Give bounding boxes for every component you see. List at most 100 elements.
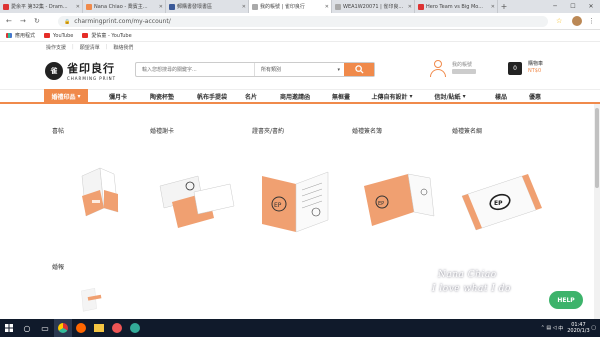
bookmark-apps[interactable]: 應用程式 (6, 32, 35, 39)
clock-date: 2020/1/3 (567, 328, 590, 334)
notification-icon[interactable]: ▢ (591, 325, 596, 331)
close-icon[interactable]: ✕ (491, 4, 495, 10)
tab-title: Nana Chiao - 喬賓主... (94, 4, 148, 10)
volume-icon[interactable]: ◁ (553, 325, 557, 331)
windows-start-icon[interactable] (0, 319, 18, 337)
shopping-bag-icon: 0 (508, 61, 522, 75)
task-view-icon[interactable]: ▭ (36, 319, 54, 337)
browser-tab[interactable]: 愛余平 第32集 - Dram... ✕ (0, 0, 83, 13)
forward-arrow-icon[interactable]: → (20, 17, 26, 25)
product-card[interactable]: 婚禮謝卡 (150, 126, 240, 246)
nav-business-invites[interactable]: 商用邀請函 (270, 89, 320, 104)
nav-upload-design[interactable]: 上傳自有設計 ▾ (364, 89, 420, 104)
product-card[interactable]: 婚禮簽名綢 EP (452, 126, 542, 246)
close-icon[interactable]: ✕ (242, 4, 246, 10)
product-card[interactable]: 喜帖 (52, 126, 142, 246)
account-link[interactable]: 我的帳號 (430, 60, 476, 78)
nav-canvas-bags[interactable]: 帆布手提袋 (188, 89, 236, 104)
youtube-icon (82, 33, 89, 38)
certificate-folder-image: EP (262, 171, 329, 233)
minimize-icon[interactable]: ─ (546, 0, 564, 13)
new-tab-button[interactable]: + (498, 0, 510, 13)
lock-icon: 🔒 (64, 18, 71, 25)
nav-samples[interactable]: 樣品 (490, 89, 512, 104)
product-card[interactable]: 婚報 (52, 262, 142, 322)
firefox-icon[interactable] (72, 319, 90, 337)
close-icon[interactable]: ✕ (325, 4, 329, 10)
ime-icon[interactable]: 中 (558, 325, 563, 332)
nav-label: 彌月卡 (108, 93, 127, 101)
nav-offers[interactable]: 優惠 (524, 89, 546, 104)
search-input[interactable] (136, 63, 254, 76)
bookmark-youtube[interactable]: YouTube (44, 33, 73, 39)
category-nav: 婚禮印品 ▾ 彌月卡 陶瓷杯墊 帆布手提袋 名片 商用邀請函 無框畫 上傳自有設… (0, 88, 600, 104)
link-contact[interactable]: 聯絡我們 (113, 44, 133, 51)
browser-tab[interactable]: WEA1W20071 | 雀印良... ✕ (332, 0, 415, 13)
nav-label: 帆布手提袋 (196, 93, 227, 101)
system-tray: ⌃ ▤ ◁ 中 01:47 2020/1/3 ▢ (541, 319, 596, 337)
watermark-name: Nana Chiao (438, 270, 497, 280)
help-button[interactable]: HELP (549, 291, 583, 309)
chevron-down-icon: ▾ (77, 92, 81, 100)
tab-title: Hero Team vs Big Mo... (426, 3, 484, 10)
browser-tab-active[interactable]: 我的帳號 | 雀印良行 ✕ (249, 0, 332, 13)
wedding-newspaper-image (81, 288, 102, 312)
account-label: 我的帳號 (452, 62, 473, 68)
browser-tab[interactable]: 郵購書發壞書區 ✕ (166, 0, 249, 13)
nav-label: 婚禮印品 (51, 93, 76, 101)
search-button[interactable] (344, 63, 374, 76)
browser-toolbar: ← → ↻ 🔒 charmingprint.com/my-account/ ☆ … (0, 13, 600, 30)
scrollbar-thumb[interactable] (595, 108, 599, 188)
youtube-icon (44, 33, 51, 38)
nav-ceramic-coasters[interactable]: 陶瓷杯墊 (142, 89, 182, 104)
tab-title: WEA1W20071 | 雀印良... (343, 4, 404, 10)
close-icon[interactable]: ✕ (159, 4, 163, 10)
link-wishlist[interactable]: 願望清單 (80, 44, 100, 51)
nav-label: 名片 (244, 93, 257, 101)
nav-frameless-art[interactable]: 無框畫 (326, 89, 356, 104)
browser-tab[interactable]: Hero Team vs Big Mo... ✕ (415, 0, 498, 13)
page-scrollbar[interactable] (594, 104, 600, 319)
logo-name: 雀印良行 (67, 62, 115, 75)
address-bar[interactable]: 🔒 charmingprint.com/my-account/ (58, 16, 548, 27)
product-card[interactable]: 婚禮簽名簿 EP (352, 126, 442, 246)
close-icon[interactable]: ✕ (408, 4, 412, 10)
nav-baby-cards[interactable]: 彌月卡 (100, 89, 136, 104)
site-favicon-icon (86, 3, 92, 10)
clock[interactable]: 01:47 2020/1/3 (567, 322, 589, 334)
chrome-icon[interactable] (54, 319, 72, 337)
chevron-up-icon[interactable]: ⌃ (541, 325, 545, 331)
photo-app-icon[interactable] (126, 319, 144, 337)
star-icon[interactable]: ☆ (556, 17, 562, 25)
nav-business-cards[interactable]: 名片 (240, 89, 262, 104)
menu-dots-icon[interactable]: ⋮ (588, 17, 595, 25)
avatar[interactable] (572, 16, 582, 26)
reload-icon[interactable]: ↻ (34, 17, 40, 25)
site-logo[interactable]: 雀 雀印良行 CHARMING PRINT (45, 60, 116, 81)
file-explorer-icon[interactable] (90, 319, 108, 337)
cart-label: 購物車 (528, 61, 544, 67)
bookmark-label: 愛佑童 - YouTube (91, 33, 132, 39)
maximize-icon[interactable]: ☐ (564, 0, 582, 13)
bookmarks-bar: 應用程式 YouTube 愛佑童 - YouTube (0, 30, 600, 42)
link-support[interactable]: 操作支援 (46, 44, 66, 51)
product-card[interactable]: 證書夾/書約 EP (252, 126, 342, 246)
cart-total: NT$0 (528, 68, 542, 74)
nav-wedding-prints[interactable]: 婚禮印品 ▾ (44, 88, 88, 104)
search-icon[interactable]: ○ (18, 319, 36, 337)
network-icon[interactable]: ▤ (546, 325, 551, 331)
close-window-icon[interactable]: ✕ (582, 0, 600, 13)
browser-tab[interactable]: Nana Chiao - 喬賓主... ✕ (83, 0, 166, 13)
firefox-icon[interactable] (108, 319, 126, 337)
close-icon[interactable]: ✕ (76, 4, 80, 10)
svg-text:EP: EP (378, 201, 384, 207)
site-favicon-icon (335, 3, 341, 10)
back-arrow-icon[interactable]: ← (6, 17, 12, 25)
cart-link[interactable]: 0 購物車 NT$0 (508, 61, 543, 75)
nav-envelopes-stickers[interactable]: 信封/貼紙 ▾ (428, 89, 472, 104)
category-select[interactable]: 所有類別 ▾ (254, 63, 344, 76)
site-utility-menu: 操作支援 | 願望清單 | 聯絡我們 (46, 44, 139, 51)
bookmark-youtube-channel[interactable]: 愛佑童 - YouTube (82, 32, 132, 39)
help-label: HELP (557, 296, 575, 304)
wedding-guestbook-image: EP (364, 173, 435, 226)
